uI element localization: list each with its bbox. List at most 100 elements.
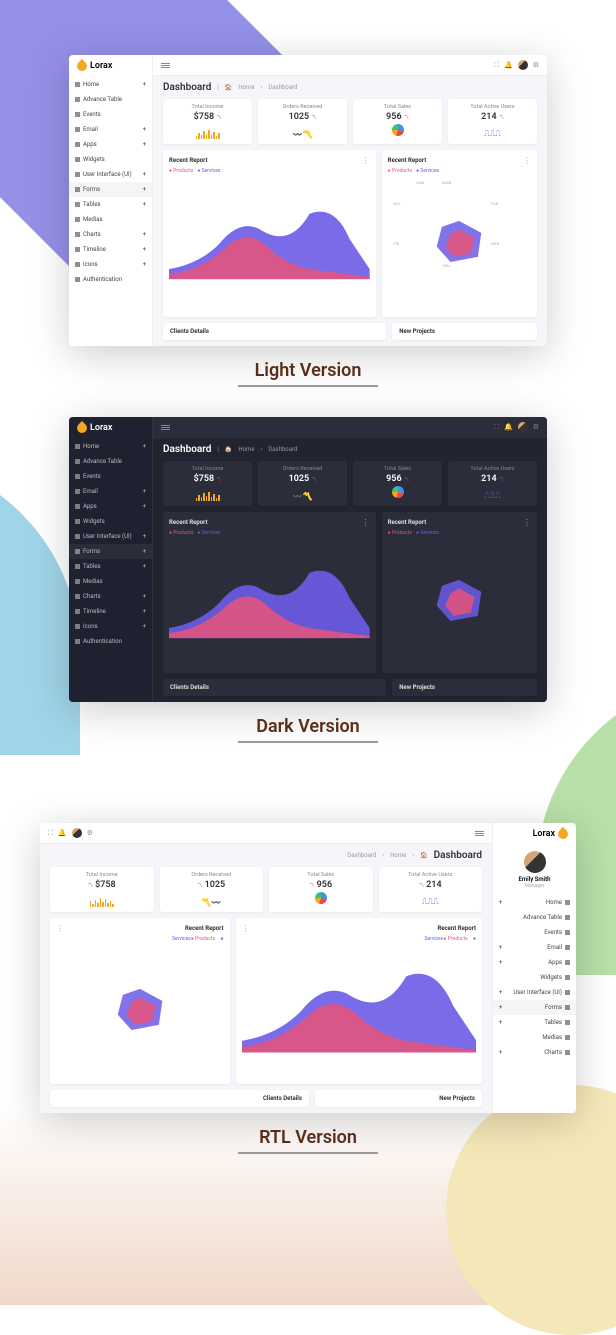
- sidebar-item-authentication[interactable]: Authentication: [69, 634, 152, 649]
- sidebar-item-user-interface--ui-[interactable]: User Interface (UI)+: [493, 985, 576, 1000]
- menu-icon[interactable]: [161, 63, 170, 68]
- sidebar-item-user-interface--ui-[interactable]: User Interface (UI)+: [69, 529, 152, 544]
- stat-card[interactable]: Total Income$758 〽: [163, 461, 252, 506]
- sidebar-item-charts[interactable]: Charts+: [493, 1045, 576, 1060]
- sidebar-item-widgets[interactable]: Widgets: [69, 152, 152, 167]
- logo[interactable]: Lorax: [493, 823, 576, 845]
- stat-card[interactable]: Orders Received1025 〽〰️〽️: [258, 99, 347, 144]
- sidebar-item-home[interactable]: Home+: [493, 895, 576, 910]
- stat-card[interactable]: Orders Received1025 〽〰️〽️: [258, 461, 347, 506]
- sidebar-item-widgets[interactable]: Widgets: [69, 514, 152, 529]
- sidebar-item-icons[interactable]: Icons+: [69, 619, 152, 634]
- sidebar-item-forms[interactable]: Forms+: [493, 1000, 576, 1015]
- stat-card[interactable]: Total Sales956 〽: [269, 867, 373, 912]
- home-icon[interactable]: 🏠: [225, 446, 232, 453]
- sidebar-item-tables[interactable]: Tables+: [69, 559, 152, 574]
- menu-icon[interactable]: [161, 425, 170, 430]
- expand-icon: +: [143, 548, 146, 555]
- projects-card[interactable]: New Projects: [392, 679, 537, 696]
- stat-card[interactable]: Total Active Users214 〽⎍⎍⎍: [448, 99, 537, 144]
- more-icon[interactable]: ⋮: [362, 518, 370, 527]
- sidebar-item-timeline[interactable]: Timeline+: [69, 242, 152, 257]
- sidebar-item-charts[interactable]: Charts+: [69, 227, 152, 242]
- avatar[interactable]: [72, 828, 82, 838]
- stat-card[interactable]: Total Sales 956 〽: [353, 99, 442, 144]
- home-icon[interactable]: 🏠: [225, 84, 232, 91]
- more-icon[interactable]: ⋮: [362, 156, 370, 165]
- fullscreen-icon[interactable]: ⛶: [494, 423, 499, 432]
- sidebar-item-medias[interactable]: Medias: [69, 574, 152, 589]
- stat-card[interactable]: Total Income$758 〽: [50, 867, 154, 912]
- more-icon[interactable]: ⋮: [242, 924, 250, 933]
- gear-icon[interactable]: ⚙: [533, 423, 539, 431]
- sidebar-item-email[interactable]: Email+: [69, 484, 152, 499]
- bell-icon[interactable]: 🔔: [58, 829, 67, 837]
- clients-card[interactable]: Clients Details: [163, 323, 386, 340]
- user-profile[interactable]: Emily Smith Manager: [493, 845, 576, 895]
- sidebar-item-events[interactable]: Events: [493, 925, 576, 940]
- gear-icon[interactable]: ⚙: [87, 829, 93, 837]
- sidebar-item-widgets[interactable]: Widgets: [493, 970, 576, 985]
- avatar[interactable]: [518, 422, 528, 432]
- stat-value: 956 〽: [358, 112, 437, 122]
- menu-icon[interactable]: [475, 831, 484, 836]
- logo[interactable]: Lorax: [69, 417, 152, 439]
- sidebar-item-forms[interactable]: Forms+: [69, 182, 152, 197]
- stat-value: 1025 〽: [165, 880, 259, 890]
- bell-icon[interactable]: 🔔: [504, 423, 513, 431]
- stat-card[interactable]: Total Active Users214 〽⎍⎍⎍: [379, 867, 483, 912]
- fullscreen-icon[interactable]: ⛶: [48, 829, 53, 838]
- sidebar-item-advance-table[interactable]: Advance Table: [69, 92, 152, 107]
- sidebar-item-events[interactable]: Events: [69, 469, 152, 484]
- sidebar-item-label: Email: [83, 126, 98, 133]
- sidebar-item-tables[interactable]: Tables+: [493, 1015, 576, 1030]
- projects-card[interactable]: New Projects: [392, 323, 537, 340]
- sidebar-item-advance-table[interactable]: Advance Table: [493, 910, 576, 925]
- more-icon[interactable]: ⋮: [523, 518, 531, 527]
- sidebar-item-home[interactable]: Home+: [69, 77, 152, 92]
- more-icon[interactable]: ⋮: [56, 924, 64, 933]
- stat-card[interactable]: Total Income$758 〽: [163, 99, 252, 144]
- breadcrumb-home[interactable]: Home: [238, 446, 254, 453]
- breadcrumb-page: Dashboard: [268, 446, 297, 453]
- stat-card[interactable]: Total Active Users214 〽⎍⎍⎍: [448, 461, 537, 506]
- avatar[interactable]: [518, 60, 528, 70]
- sidebar-item-advance-table[interactable]: Advance Table: [69, 454, 152, 469]
- sidebar-item-medias[interactable]: Medias: [493, 1030, 576, 1045]
- nav-icon: [75, 187, 80, 192]
- sidebar-item-authentication[interactable]: Authentication: [69, 272, 152, 287]
- sidebar-item-forms[interactable]: Forms+: [69, 544, 152, 559]
- breadcrumb-home[interactable]: Home: [238, 84, 254, 91]
- stat-label: Total Sales: [358, 104, 437, 110]
- sidebar-item-home[interactable]: Home+: [69, 439, 152, 454]
- fullscreen-icon[interactable]: ⛶: [494, 61, 499, 70]
- sidebar-item-charts[interactable]: Charts+: [69, 589, 152, 604]
- sidebar-item-apps[interactable]: Apps+: [493, 955, 576, 970]
- sidebar-item-medias[interactable]: Medias: [69, 212, 152, 227]
- nav-icon: [565, 930, 570, 935]
- projects-card[interactable]: New Projects: [315, 1090, 482, 1107]
- more-icon[interactable]: ⋮: [523, 156, 531, 165]
- sidebar-item-tables[interactable]: Tables+: [69, 197, 152, 212]
- sidebar-item-email[interactable]: Email+: [69, 122, 152, 137]
- nav-icon: [75, 157, 80, 162]
- bell-icon[interactable]: 🔔: [504, 61, 513, 69]
- sidebar-item-user-interface--ui-[interactable]: User Interface (UI)+: [69, 167, 152, 182]
- sidebar-item-events[interactable]: Events: [69, 107, 152, 122]
- nav-icon: [565, 1020, 570, 1025]
- sidebar-item-timeline[interactable]: Timeline+: [69, 604, 152, 619]
- sidebar-item-apps[interactable]: Apps+: [69, 499, 152, 514]
- gear-icon[interactable]: ⚙: [533, 61, 539, 69]
- stat-card[interactable]: Total Sales956 〽: [353, 461, 442, 506]
- clients-card[interactable]: Clients Details: [163, 679, 386, 696]
- radar-label: WED: [491, 241, 499, 246]
- stat-card[interactable]: Orders Received1025 〽〰️〽️: [160, 867, 264, 912]
- sidebar-item-email[interactable]: Email+: [493, 940, 576, 955]
- clients-card[interactable]: Clients Details: [50, 1090, 309, 1107]
- sidebar-item-label: Apps: [548, 959, 562, 966]
- home-icon[interactable]: 🏠: [420, 852, 427, 859]
- logo[interactable]: Lorax: [69, 55, 152, 77]
- sidebar-item-icons[interactable]: Icons+: [69, 257, 152, 272]
- breadcrumb-home[interactable]: Home: [390, 852, 406, 859]
- sidebar-item-apps[interactable]: Apps+: [69, 137, 152, 152]
